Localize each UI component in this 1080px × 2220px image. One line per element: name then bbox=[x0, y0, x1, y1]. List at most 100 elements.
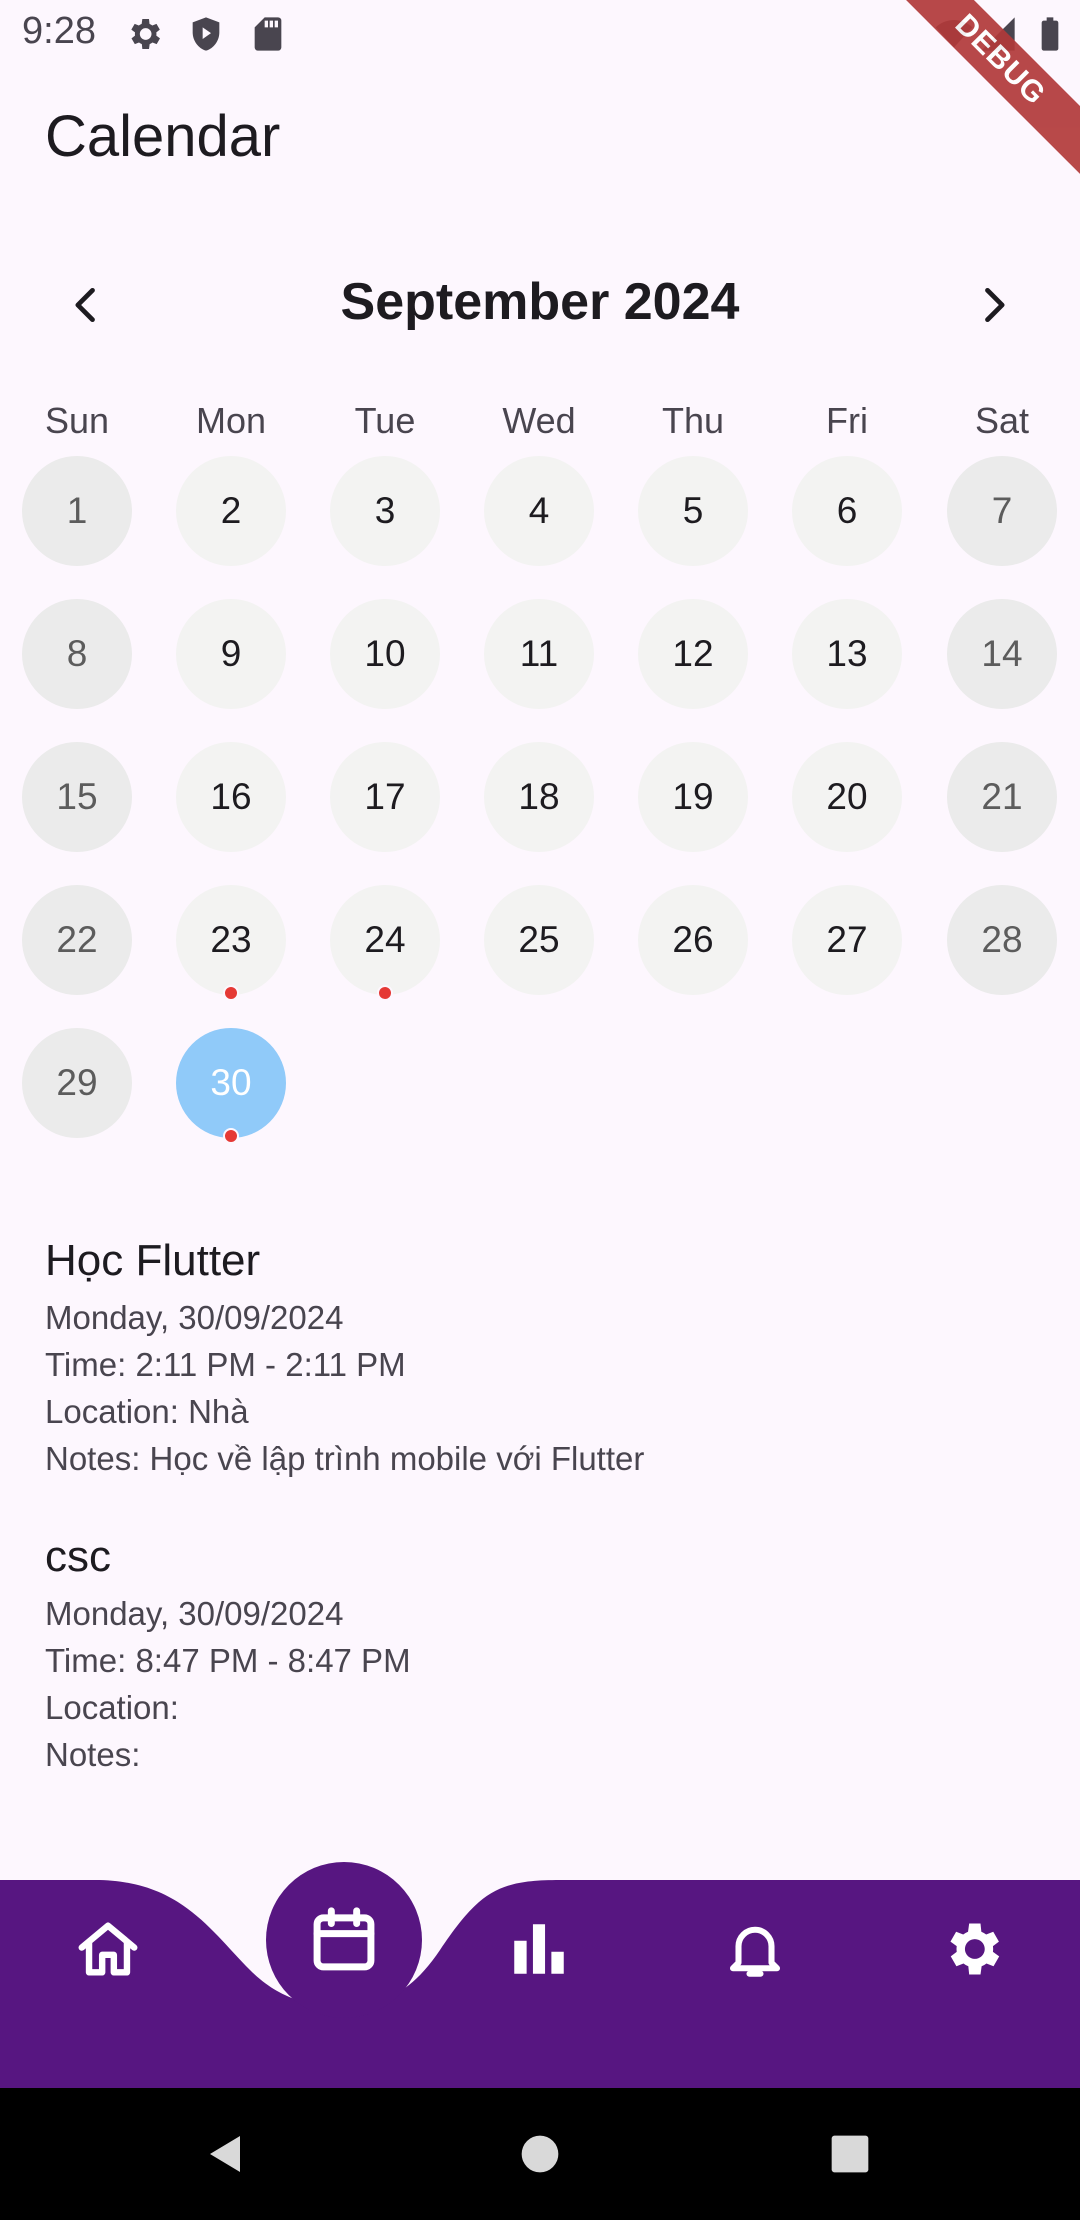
bell-icon bbox=[729, 1926, 781, 1977]
event-card[interactable]: csc Monday, 30/09/2024 Time: 8:47 PM - 8… bbox=[45, 1532, 1035, 1778]
calendar-day-number: 15 bbox=[56, 776, 98, 817]
calendar-day[interactable]: 24 bbox=[330, 885, 440, 1001]
calendar-day[interactable]: 14 bbox=[947, 599, 1057, 709]
event-title: csc bbox=[45, 1532, 111, 1581]
status-time: 9:28 bbox=[22, 10, 96, 52]
calendar-day[interactable]: 6 bbox=[792, 456, 902, 566]
calendar-day[interactable]: 20 bbox=[792, 742, 902, 852]
calendar-day-number: 27 bbox=[826, 919, 868, 960]
calendar-day-number: 9 bbox=[220, 633, 242, 674]
nav-stats[interactable] bbox=[494, 1904, 584, 1994]
calendar-day-number: 13 bbox=[826, 633, 868, 674]
settings-icon bbox=[950, 1923, 1000, 1975]
bar-chart-icon bbox=[514, 1924, 564, 1974]
event-notes: Notes: bbox=[45, 1736, 141, 1773]
calendar-day-number: 20 bbox=[826, 776, 868, 817]
event-title: Học Flutter bbox=[45, 1236, 261, 1285]
system-recents-button[interactable] bbox=[820, 2124, 880, 2184]
weekday-label: Sat bbox=[974, 400, 1030, 441]
calendar-day[interactable]: 23 bbox=[176, 885, 286, 1001]
calendar-day[interactable]: 5 bbox=[638, 456, 748, 566]
calendar-day[interactable]: 17 bbox=[330, 742, 440, 852]
sd-card-icon bbox=[254, 17, 282, 51]
month-title: September 2024 bbox=[340, 273, 740, 331]
calendar-day-number: 18 bbox=[518, 776, 560, 817]
calendar-day[interactable]: 26 bbox=[638, 885, 748, 995]
calendar-day[interactable]: 13 bbox=[792, 599, 902, 709]
shield-play-icon bbox=[192, 17, 220, 51]
calendar-day[interactable]: 25 bbox=[484, 885, 594, 995]
calendar-day-number: 25 bbox=[518, 919, 560, 960]
calendar-day[interactable]: 10 bbox=[330, 599, 440, 709]
calendar-day[interactable]: 7 bbox=[947, 456, 1057, 566]
calendar-day-number: 19 bbox=[672, 776, 714, 817]
recents-icon bbox=[831, 2135, 869, 2173]
event-date: Monday, 30/09/2024 bbox=[45, 1299, 344, 1336]
gear-icon bbox=[131, 19, 160, 49]
calendar-day[interactable]: 2 bbox=[176, 456, 286, 566]
event-card[interactable]: Học Flutter Monday, 30/09/2024 Time: 2:1… bbox=[45, 1236, 1035, 1482]
back-icon bbox=[210, 2136, 240, 2172]
calendar-day-number: 2 bbox=[220, 490, 242, 531]
calendar-day-number: 30 bbox=[210, 1062, 252, 1103]
calendar-day-number: 7 bbox=[991, 490, 1013, 531]
chevron-right-icon bbox=[985, 287, 1005, 323]
battery-icon bbox=[1041, 17, 1059, 51]
calendar-day[interactable]: 21 bbox=[947, 742, 1057, 852]
calendar-day[interactable]: 11 bbox=[484, 599, 594, 709]
calendar-day-number: 26 bbox=[672, 919, 714, 960]
calendar-day[interactable]: 3 bbox=[330, 456, 440, 566]
calendar-day-number: 21 bbox=[981, 776, 1023, 817]
calendar-day-number: 3 bbox=[374, 490, 396, 531]
calendar-day[interactable]: 16 bbox=[176, 742, 286, 852]
event-indicator-dot bbox=[223, 985, 239, 1001]
system-back-button[interactable] bbox=[196, 2124, 256, 2184]
system-home-button[interactable] bbox=[510, 2124, 570, 2184]
calendar-day[interactable]: 12 bbox=[638, 599, 748, 709]
calendar-day[interactable]: 8 bbox=[22, 599, 132, 709]
calendar-day-number: 10 bbox=[364, 633, 406, 674]
calendar-day-number: 12 bbox=[672, 633, 714, 674]
calendar-day-number: 11 bbox=[519, 633, 559, 674]
event-indicator-dot bbox=[223, 1128, 239, 1144]
calendar-day-number: 22 bbox=[56, 919, 98, 960]
weekday-label: Thu bbox=[661, 400, 725, 441]
weekday-label: Tue bbox=[354, 400, 416, 441]
nav-calendar[interactable] bbox=[266, 1862, 422, 2018]
calendar-day-number: 14 bbox=[981, 633, 1023, 674]
event-location: Location: bbox=[45, 1689, 179, 1726]
calendar-day[interactable]: 18 bbox=[484, 742, 594, 852]
calendar-day[interactable]: 1 bbox=[22, 456, 132, 566]
calendar-day[interactable]: 4 bbox=[484, 456, 594, 566]
calendar-day-number: 17 bbox=[364, 776, 406, 817]
weekday-label: Fri bbox=[826, 400, 868, 441]
calendar-day-number: 24 bbox=[364, 919, 406, 960]
nav-settings[interactable] bbox=[927, 1904, 1017, 1994]
calendar-day[interactable]: 9 bbox=[176, 599, 286, 709]
calendar-day-number: 29 bbox=[56, 1062, 98, 1103]
event-time: Time: 2:11 PM - 2:11 PM bbox=[45, 1346, 406, 1383]
weekday-label: Mon bbox=[195, 400, 267, 441]
calendar-day[interactable]: 19 bbox=[638, 742, 748, 852]
calendar-day[interactable]: 15 bbox=[22, 742, 132, 852]
calendar-day-selected[interactable]: 30 bbox=[176, 1028, 286, 1144]
calendar-day-number: 8 bbox=[66, 633, 88, 674]
calendar-day[interactable]: 28 bbox=[947, 885, 1057, 995]
page-title: Calendar bbox=[45, 104, 281, 169]
nav-notifications[interactable] bbox=[710, 1904, 800, 1994]
weekday-label: Sun bbox=[44, 400, 110, 441]
status-bar: 9:28 DEBUG bbox=[0, 0, 1080, 184]
nav-home[interactable] bbox=[63, 1904, 153, 1994]
calendar-day[interactable]: 22 bbox=[22, 885, 132, 995]
calendar-day[interactable]: 27 bbox=[792, 885, 902, 995]
system-nav-bar bbox=[0, 2088, 1080, 2220]
calendar-day-number: 4 bbox=[528, 490, 550, 531]
home-circle-icon bbox=[521, 2135, 559, 2173]
calendar-day-number: 23 bbox=[210, 919, 252, 960]
home-icon bbox=[78, 1922, 138, 1976]
weekday-header: Sun Mon Tue Wed Thu Fri Sat bbox=[0, 400, 1080, 450]
calendar-day[interactable]: 29 bbox=[22, 1028, 132, 1138]
event-notes: Notes: Học về lập trình mobile với Flutt… bbox=[45, 1440, 645, 1477]
next-month-button[interactable] bbox=[958, 270, 1028, 340]
event-time: Time: 8:47 PM - 8:47 PM bbox=[45, 1642, 411, 1679]
